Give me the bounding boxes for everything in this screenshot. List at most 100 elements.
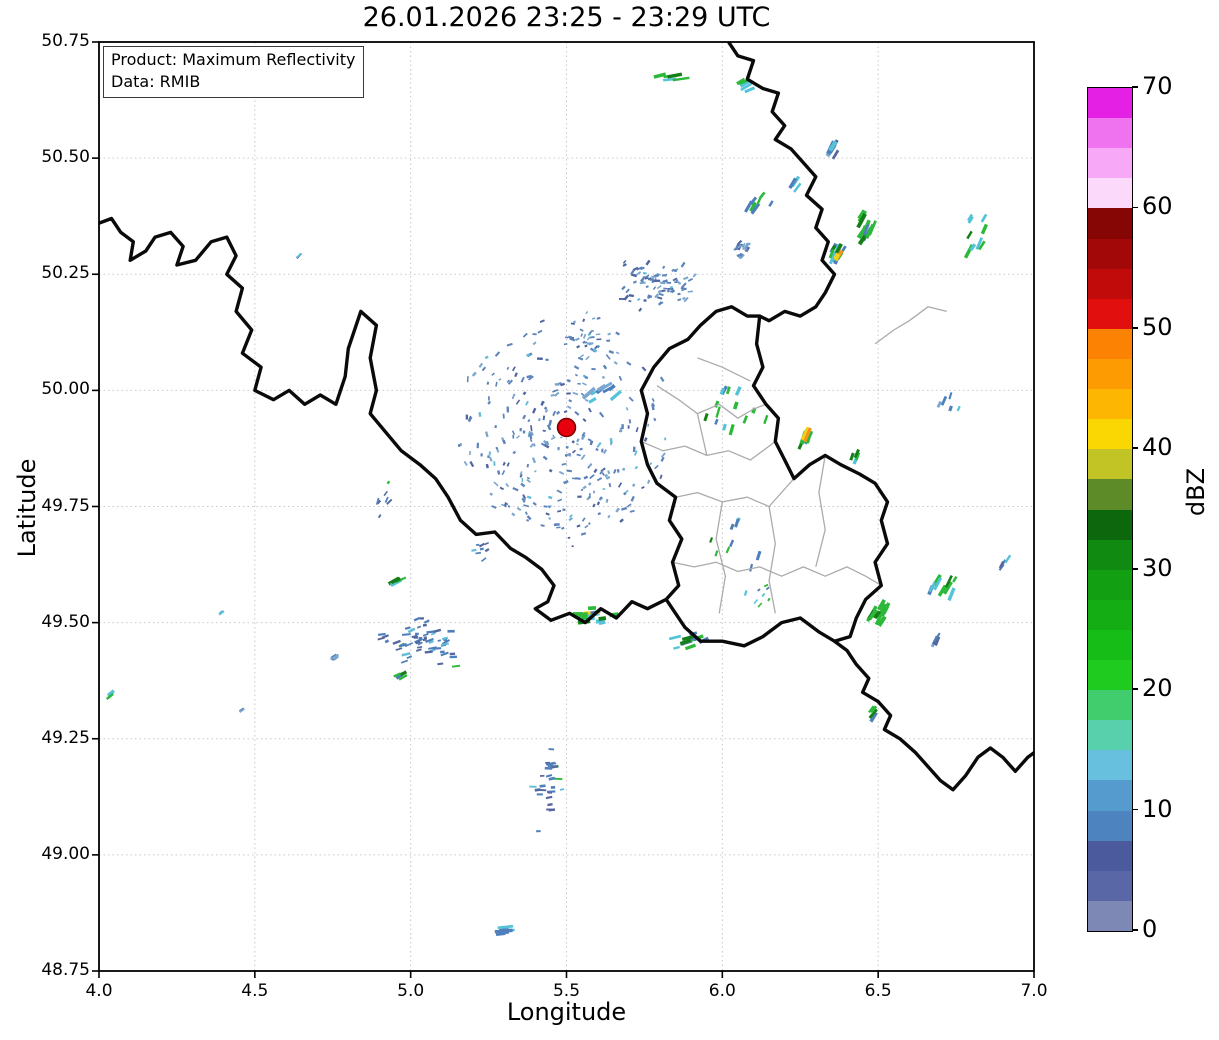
radar-echo xyxy=(588,522,591,526)
radar-echo xyxy=(522,332,528,338)
radar-echo xyxy=(980,213,988,223)
district-border xyxy=(675,478,795,508)
radar-echo xyxy=(703,413,709,422)
map-plot-canvas xyxy=(92,41,1035,978)
radar-echo xyxy=(512,434,515,439)
radar-echo xyxy=(672,76,690,82)
radar-echo xyxy=(952,575,958,583)
radar-echo xyxy=(484,355,489,360)
radar-echo xyxy=(437,639,442,642)
radar-echo xyxy=(757,602,763,608)
radar-echo xyxy=(591,317,596,320)
radar-echo xyxy=(605,498,609,503)
radar-echo xyxy=(647,423,650,427)
radar-echo xyxy=(532,407,537,414)
radar-echo xyxy=(487,396,490,401)
radar-echo xyxy=(582,418,587,423)
radar-echo xyxy=(576,524,581,528)
radar-echo xyxy=(687,290,693,293)
radar-echo xyxy=(377,514,382,519)
radar-echo xyxy=(645,285,649,289)
radar-echo xyxy=(757,588,761,592)
radar-echo xyxy=(539,784,546,788)
radar-echo xyxy=(595,333,601,336)
radar-echo xyxy=(559,471,564,475)
radar-echo xyxy=(478,412,482,417)
x-tick-label: 4.0 xyxy=(85,981,113,1001)
radar-echo xyxy=(532,501,537,506)
radar-echo xyxy=(534,469,537,473)
district-border xyxy=(672,561,882,587)
y-tick-label: 49.25 xyxy=(41,727,90,748)
radar-echo xyxy=(566,405,572,410)
radar-echo xyxy=(404,626,411,630)
radar-echo xyxy=(573,365,580,370)
radar-echo xyxy=(574,337,580,342)
radar-echo xyxy=(511,430,516,435)
colorbar-band xyxy=(1088,358,1132,390)
colorbar-band xyxy=(1088,629,1132,661)
radar-echo xyxy=(484,431,489,438)
radar-echo xyxy=(480,453,483,457)
radar-echo xyxy=(605,354,611,360)
radar-echo xyxy=(635,271,642,276)
radar-echo xyxy=(423,636,428,640)
radar-echo xyxy=(581,382,587,386)
radar-echo xyxy=(479,547,484,551)
radar-echo xyxy=(433,647,442,650)
radar-echo xyxy=(419,617,425,620)
colorbar-tick xyxy=(1132,929,1138,931)
radar-echo xyxy=(488,451,491,456)
x-tick-label: 7.0 xyxy=(1020,981,1048,1001)
radar-echo xyxy=(602,487,606,491)
district-border xyxy=(641,440,776,461)
radar-echo xyxy=(714,418,719,425)
y-tick-label: 50.00 xyxy=(41,379,90,400)
radar-echo xyxy=(734,518,740,528)
radar-echo xyxy=(587,482,592,486)
radar-echo xyxy=(687,277,694,282)
radar-echo xyxy=(422,623,427,627)
radar-echo xyxy=(643,437,648,442)
radar-echo xyxy=(715,406,721,418)
radar-echo xyxy=(529,438,533,443)
radar-echo xyxy=(401,633,411,636)
radar-echo xyxy=(545,795,553,800)
radar-echo xyxy=(563,479,569,485)
radar-echo xyxy=(465,414,469,420)
colorbar-band xyxy=(1088,448,1132,480)
colorbar-tick xyxy=(1132,808,1138,811)
radar-echo xyxy=(652,286,657,291)
radar-echo xyxy=(595,447,599,452)
radar-echo xyxy=(767,597,771,602)
radar-echo xyxy=(377,632,386,636)
radar-echo xyxy=(664,437,667,441)
radar-echo xyxy=(635,427,639,433)
radar-echo xyxy=(577,382,581,385)
map-layers xyxy=(99,42,1034,971)
colorbar-band xyxy=(1088,388,1132,420)
radar-echo xyxy=(588,396,597,404)
radar-echo xyxy=(495,930,509,934)
radar-echo xyxy=(542,429,546,432)
product-label: Product: Maximum Reflectivity xyxy=(111,50,356,69)
radar-echo xyxy=(488,456,493,462)
colorbar xyxy=(1087,87,1133,932)
colorbar-tick xyxy=(1132,567,1138,570)
radar-echo xyxy=(628,294,635,298)
radar-echo xyxy=(516,506,522,512)
y-tick-label: 50.25 xyxy=(41,263,90,284)
radar-echo xyxy=(661,289,665,292)
radar-echo xyxy=(546,808,552,811)
radar-echo xyxy=(849,452,855,461)
colorbar-band xyxy=(1088,840,1132,871)
colorbar-band xyxy=(1088,328,1132,359)
country-border xyxy=(99,216,668,625)
radar-echo xyxy=(552,410,557,417)
radar-echo xyxy=(565,336,569,339)
radar-echo xyxy=(457,444,461,447)
radar-echo xyxy=(638,307,643,312)
radar-echo xyxy=(587,407,592,413)
y-tick-label: 49.50 xyxy=(41,611,90,632)
colorbar-label: dBZ xyxy=(1182,467,1210,517)
